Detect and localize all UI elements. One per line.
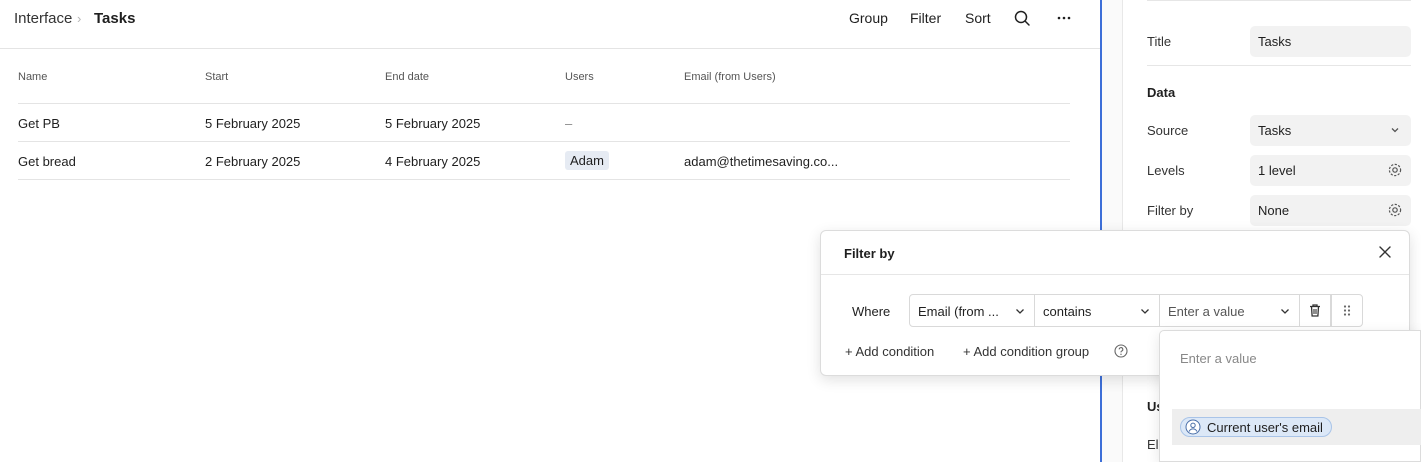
add-condition-group-button[interactable]: + Add condition group (963, 344, 1089, 359)
help-icon[interactable] (1114, 344, 1128, 358)
source-value: Tasks (1258, 123, 1292, 138)
divider (1147, 0, 1411, 1)
records-table: Name Start End date Users Email (from Us… (18, 50, 1070, 180)
where-label: Where (852, 304, 891, 319)
source-label: Source (1147, 123, 1189, 138)
cell-name: Get bread (18, 154, 76, 169)
top-bar: Interface › Tasks Group Filter Sort (0, 0, 1100, 49)
user-icon (1185, 419, 1201, 435)
filter-button[interactable]: Filter (910, 10, 941, 26)
close-icon[interactable] (1377, 244, 1393, 260)
cell-users: – (565, 116, 573, 131)
filter-popup-title: Filter by (844, 246, 895, 261)
group-button[interactable]: Group (849, 10, 888, 26)
filter-by-value: None (1258, 203, 1290, 218)
chevron-down-icon (1281, 309, 1289, 314)
cell-end-date: 5 February 2025 (385, 116, 481, 131)
more-icon[interactable] (1054, 8, 1074, 28)
cell-name: Get PB (18, 116, 60, 131)
value-search-input[interactable]: Enter a value (1180, 351, 1257, 366)
filter-by-label: Filter by (1147, 203, 1194, 218)
add-condition-button[interactable]: + Add condition (845, 344, 934, 359)
operator-select-value: contains (1043, 304, 1092, 319)
current-user-email-chip: Current user's email (1180, 417, 1332, 437)
dropdown-option-current-user-email[interactable]: Current user's email (1172, 409, 1421, 445)
cell-start: 5 February 2025 (205, 116, 301, 131)
gear-icon[interactable] (1387, 162, 1403, 178)
breadcrumb-root[interactable]: Interface (14, 10, 72, 27)
source-select[interactable]: Tasks (1250, 115, 1411, 146)
divider (1147, 65, 1411, 66)
user-chip[interactable]: Adam (565, 151, 609, 170)
filter-by-field[interactable]: None (1250, 195, 1411, 226)
page-title: Tasks (94, 10, 136, 27)
chevron-down-icon (1016, 309, 1024, 314)
delete-condition-button[interactable] (1299, 294, 1331, 327)
table-header: Name Start End date Users Email (from Us… (18, 50, 1070, 104)
field-select[interactable]: Email (from ... (909, 294, 1035, 327)
field-select-value: Email (from ... (918, 304, 999, 319)
sort-button[interactable]: Sort (965, 10, 991, 26)
column-header-start[interactable]: Start (205, 71, 228, 83)
trash-icon (1310, 304, 1320, 317)
drag-handle-button[interactable] (1331, 294, 1363, 327)
levels-label: Levels (1147, 163, 1185, 178)
cell-email: adam@thetimesaving.co... (684, 154, 839, 169)
chevron-down-icon (1391, 128, 1399, 133)
gear-icon[interactable] (1387, 202, 1403, 218)
data-heading: Data (1147, 85, 1176, 100)
filter-popup-header: Filter by (821, 231, 1409, 275)
table-row[interactable]: Get PB 5 February 2025 5 February 2025 – (18, 104, 1070, 142)
cell-start: 2 February 2025 (205, 154, 301, 169)
title-label: Title (1147, 34, 1172, 49)
drag-handle-icon (1343, 305, 1351, 316)
levels-value: 1 level (1258, 163, 1296, 178)
operator-select[interactable]: contains (1034, 294, 1160, 327)
search-icon[interactable] (1012, 8, 1032, 28)
chevron-down-icon (1141, 309, 1149, 314)
breadcrumb-separator: › (77, 11, 82, 26)
table-row[interactable]: Get bread 2 February 2025 4 February 202… (18, 142, 1070, 180)
value-select-placeholder: Enter a value (1168, 304, 1245, 319)
column-header-users[interactable]: Users (565, 71, 594, 83)
value-dropdown: Enter a value Current user's email (1159, 330, 1421, 462)
title-field[interactable]: Tasks (1250, 26, 1411, 57)
current-user-email-label: Current user's email (1207, 420, 1323, 435)
value-select[interactable]: Enter a value (1159, 294, 1300, 327)
partial-label: El (1147, 437, 1159, 452)
column-header-end-date[interactable]: End date (385, 71, 429, 83)
levels-field[interactable]: 1 level (1250, 155, 1411, 186)
column-header-name[interactable]: Name (18, 71, 47, 83)
cell-end-date: 4 February 2025 (385, 154, 481, 169)
column-header-email[interactable]: Email (from Users) (684, 71, 776, 83)
